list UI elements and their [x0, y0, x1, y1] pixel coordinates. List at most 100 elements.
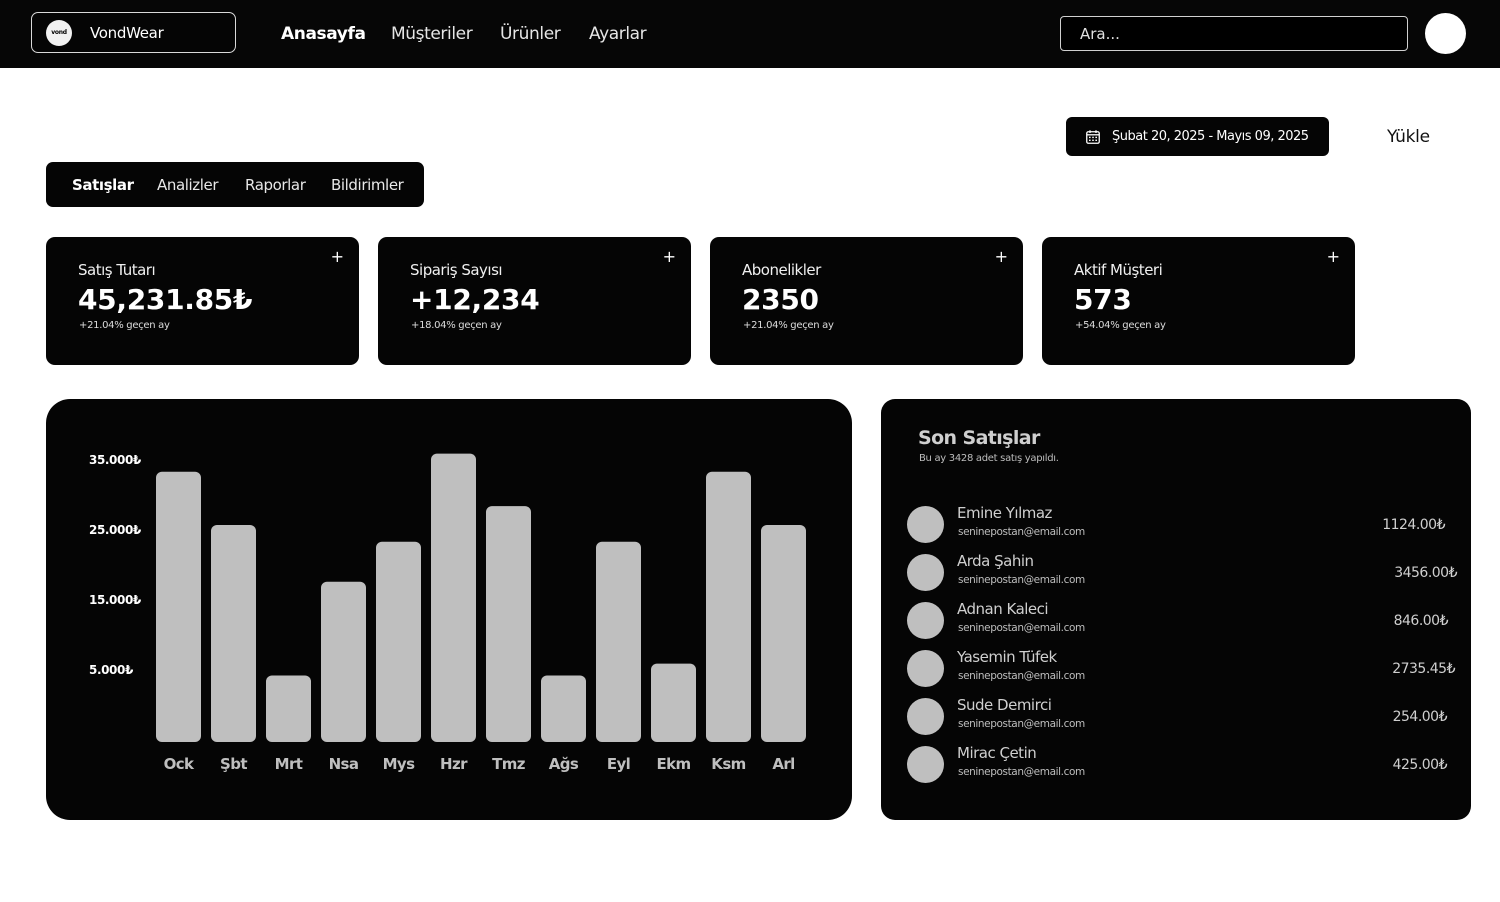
sale-amount: 425.00₺: [1392, 757, 1448, 773]
customer-name: Yasemin Tüfek: [957, 648, 1057, 666]
date-range-picker[interactable]: Şubat 20, 2025 - Mayıs 09, 2025: [1066, 117, 1329, 156]
stat-title: Abonelikler: [742, 261, 821, 279]
customer-email: seninepostan@email.com: [958, 718, 1085, 730]
main-nav: Anasayfa Müşteriler Ürünler Ayarlar: [281, 0, 647, 68]
stat-value: 2350: [742, 283, 819, 316]
x-tick-label: Arl: [772, 755, 794, 773]
date-range-label: Şubat 20, 2025 - Mayıs 09, 2025: [1112, 129, 1309, 144]
customer-name: Sude Demirci: [957, 696, 1052, 714]
stat-title: Sipariş Sayısı: [410, 261, 503, 279]
nav-item-products[interactable]: Ürünler: [500, 24, 589, 44]
plus-icon[interactable]: +: [1327, 247, 1340, 266]
chart-bar-Arl: [761, 525, 806, 742]
customer-email: seninepostan@email.com: [958, 766, 1085, 778]
stat-change: +21.04% geçen ay: [79, 320, 170, 331]
customer-avatar: [907, 554, 944, 591]
customer-name: Emine Yılmaz: [957, 504, 1052, 522]
stat-card-active-customers: Aktif Müşteri 573 +54.04% geçen ay +: [1042, 237, 1355, 365]
x-tick-label: Ock: [164, 755, 195, 773]
x-tick-label: Ağs: [549, 755, 579, 773]
y-tick-label: 5.000₺: [89, 663, 134, 677]
list-item[interactable]: Adnan Kaleci seninepostan@email.com 846.…: [907, 600, 1457, 644]
x-tick-label: Eyl: [607, 755, 630, 773]
stat-value: 573: [1074, 283, 1132, 316]
chart-bar-Ağs: [541, 675, 586, 742]
user-avatar[interactable]: [1425, 13, 1466, 54]
nav-item-settings[interactable]: Ayarlar: [589, 24, 647, 44]
plus-icon[interactable]: +: [663, 247, 676, 266]
chart-bar-Mrt: [266, 675, 311, 742]
plus-icon[interactable]: +: [331, 247, 344, 266]
chart-bar-Nsa: [321, 581, 366, 742]
stat-card-order-count: Sipariş Sayısı +12,234 +18.04% geçen ay …: [378, 237, 691, 365]
nav-item-customers[interactable]: Müşteriler: [391, 24, 500, 44]
list-item[interactable]: Yasemin Tüfek seninepostan@email.com 273…: [907, 648, 1457, 692]
list-item[interactable]: Arda Şahin seninepostan@email.com 3456.0…: [907, 552, 1457, 596]
stat-title: Aktif Müşteri: [1074, 261, 1163, 279]
x-tick-label: Ksm: [711, 755, 745, 773]
x-tick-label: Hzr: [440, 755, 468, 773]
calendar-icon: [1086, 129, 1100, 144]
customer-name: Mirac Çetin: [957, 744, 1037, 762]
tab-analytics[interactable]: Analizler: [157, 176, 245, 194]
sales-bar-chart: Ock Şbt Mrt Nsa Mys Hzr Tmz Ağs Eyl Ekm Ksm Arl 5.00…: [89, 453, 806, 773]
sale-amount: 846.00₺: [1393, 613, 1449, 629]
x-tick-label: Şbt: [220, 755, 247, 773]
tab-sales[interactable]: Satışlar: [72, 176, 157, 194]
y-tick-label: 35.000₺: [89, 453, 142, 467]
stat-change: +54.04% geçen ay: [1075, 320, 1166, 331]
brand-switcher[interactable]: vond VondWear: [31, 12, 236, 53]
customer-avatar: [907, 650, 944, 687]
customer-name: Arda Şahin: [957, 552, 1034, 570]
y-tick-label: 25.000₺: [89, 523, 142, 537]
brand-logo: vond: [46, 19, 72, 46]
chart-bar-Şbt: [211, 525, 256, 742]
recent-sales-panel: Son Satışlar Bu ay 3428 adet satış yapıl…: [881, 399, 1471, 820]
customer-email: seninepostan@email.com: [958, 622, 1085, 634]
customer-avatar: [907, 746, 944, 783]
x-tick-label: Tmz: [492, 755, 526, 773]
stat-value: 45,231.85₺: [78, 283, 253, 316]
customer-avatar: [907, 506, 944, 543]
chart-bar-Mys: [376, 541, 421, 742]
x-tick-label: Mrt: [275, 755, 303, 773]
sale-amount: 1124.00₺: [1382, 517, 1445, 533]
list-item[interactable]: Sude Demirci seninepostan@email.com 254.…: [907, 696, 1457, 740]
brand-name: VondWear: [90, 23, 164, 42]
sale-amount: 254.00₺: [1392, 709, 1448, 725]
tab-reports[interactable]: Raporlar: [245, 176, 331, 194]
recent-sales-title: Son Satışlar: [918, 427, 1040, 449]
list-item[interactable]: Mirac Çetin seninepostan@email.com 425.0…: [907, 744, 1457, 788]
stat-card-sales-amount: Satış Tutarı 45,231.85₺ +21.04% geçen ay…: [46, 237, 359, 365]
x-tick-label: Mys: [383, 755, 416, 773]
list-item[interactable]: Emine Yılmaz seninepostan@email.com 1124…: [907, 504, 1457, 548]
plus-icon[interactable]: +: [995, 247, 1008, 266]
chart-bar-Eyl: [596, 541, 641, 742]
sale-amount: 3456.00₺: [1394, 565, 1457, 581]
search-input[interactable]: [1060, 16, 1408, 51]
stat-change: +21.04% geçen ay: [743, 320, 834, 331]
customer-email: seninepostan@email.com: [958, 574, 1085, 586]
x-tick-label: Ekm: [656, 755, 690, 773]
stat-value: +12,234: [410, 283, 540, 316]
y-tick-label: 15.000₺: [89, 593, 142, 607]
stat-change: +18.04% geçen ay: [411, 320, 502, 331]
customer-avatar: [907, 698, 944, 735]
chart-bar-Ksm: [706, 471, 751, 742]
customer-email: seninepostan@email.com: [958, 526, 1085, 538]
recent-sales-subtitle: Bu ay 3428 adet satış yapıldı.: [919, 453, 1059, 464]
nav-item-home[interactable]: Anasayfa: [281, 24, 391, 44]
chart-bar-Ock: [156, 471, 201, 742]
customer-name: Adnan Kaleci: [957, 600, 1049, 618]
sales-chart-panel: Ock Şbt Mrt Nsa Mys Hzr Tmz Ağs Eyl Ekm Ksm Arl 5.00…: [46, 399, 852, 820]
chart-bar-Tmz: [486, 506, 531, 742]
customer-avatar: [907, 602, 944, 639]
x-tick-label: Nsa: [329, 755, 359, 773]
stat-card-subscriptions: Abonelikler 2350 +21.04% geçen ay +: [710, 237, 1023, 365]
chart-bar-Hzr: [431, 453, 476, 742]
tab-notifications[interactable]: Bildirimler: [331, 176, 404, 194]
download-button[interactable]: Yükle: [1387, 127, 1430, 147]
chart-bar-Ekm: [651, 663, 696, 742]
section-tabs: Satışlar Analizler Raporlar Bildirimler: [46, 162, 424, 207]
top-navigation-bar: vond VondWear Anasayfa Müşteriler Ürünle…: [0, 0, 1500, 68]
